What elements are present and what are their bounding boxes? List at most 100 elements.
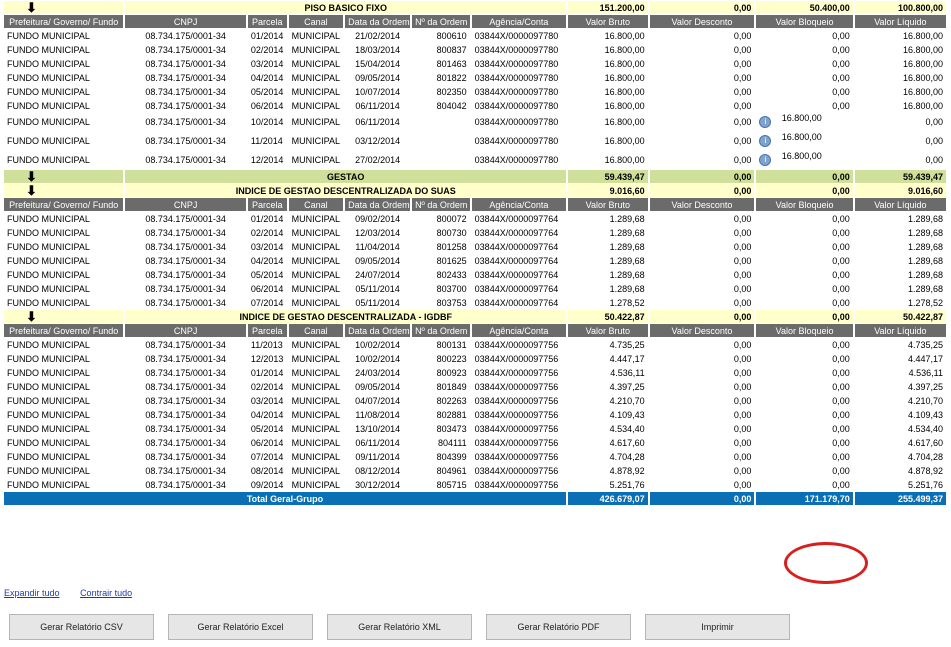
canal-cell: MUNICIPAL xyxy=(288,85,344,98)
net-cell: 4.210,70 xyxy=(854,394,946,407)
order-number-cell: 800131 xyxy=(412,338,470,351)
parcela-cell: 12/2013 xyxy=(247,352,287,365)
arrow-down-icon[interactable]: ⬇ xyxy=(26,310,37,323)
canal-cell: MUNICIPAL xyxy=(288,464,344,477)
pdf-report-button[interactable]: Gerar Relatório PDF xyxy=(486,614,631,640)
column-header: Agência/Conta xyxy=(471,324,566,337)
group-bruto: 151.200,00 xyxy=(568,1,648,14)
order-number-cell: 801849 xyxy=(412,380,470,393)
excel-report-button[interactable]: Gerar Relatório Excel xyxy=(168,614,313,640)
csv-report-button[interactable]: Gerar Relatório CSV xyxy=(9,614,154,640)
parcela-cell: 07/2014 xyxy=(247,296,287,309)
discount-cell: 0,00 xyxy=(649,99,755,112)
fund-cell: FUNDO MUNICIPAL xyxy=(4,464,124,477)
gross-cell: 1.289,68 xyxy=(568,240,648,253)
table-row: FUNDO MUNICIPAL 08.734.175/0001-34 10/2014… xyxy=(4,113,946,131)
table-row: FUNDO MUNICIPAL 08.734.175/0001-34 07/2014… xyxy=(4,296,946,309)
date-cell: 10/02/2014 xyxy=(345,352,411,365)
fund-cell: FUNDO MUNICIPAL xyxy=(4,29,124,42)
net-cell: 1.289,68 xyxy=(854,226,946,239)
block-cell: 0,00 xyxy=(756,366,853,379)
net-cell: 4.735,25 xyxy=(854,338,946,351)
block-value: 16.800,00 xyxy=(781,151,822,161)
account-cell: 03844X/0000097756 xyxy=(471,394,566,407)
net-cell: 16.800,00 xyxy=(854,71,946,84)
discount-cell: 0,00 xyxy=(649,296,755,309)
group-toggle-cell[interactable]: ⬇ xyxy=(4,1,124,14)
column-header: Valor Bruto xyxy=(568,198,648,211)
arrow-down-icon[interactable]: ⬇ xyxy=(26,1,37,14)
column-header: Agência/Conta xyxy=(471,15,566,28)
group-toggle-cell[interactable]: ⬇ xyxy=(4,184,124,197)
table-row: FUNDO MUNICIPAL 08.734.175/0001-34 05/2014… xyxy=(4,422,946,435)
account-cell: 03844X/0000097764 xyxy=(471,254,566,267)
account-cell: 03844X/0000097764 xyxy=(471,282,566,295)
group-title: PISO BASICO FIXO xyxy=(125,1,566,14)
group-toggle-cell[interactable]: ⬇ xyxy=(4,170,124,183)
group-desconto: 0,00 xyxy=(649,184,755,197)
cnpj-cell: 08.734.175/0001-34 xyxy=(125,268,246,281)
gross-cell: 16.800,00 xyxy=(568,29,648,42)
discount-cell: 0,00 xyxy=(649,422,755,435)
info-icon[interactable]: i xyxy=(759,116,772,128)
block-cell: 0,00 xyxy=(756,254,853,267)
cnpj-cell: 08.734.175/0001-34 xyxy=(125,296,246,309)
net-cell: 1.278,52 xyxy=(854,296,946,309)
discount-cell: 0,00 xyxy=(649,394,755,407)
date-cell: 10/07/2014 xyxy=(345,85,411,98)
block-cell: i 16.800,00 xyxy=(756,113,853,131)
group-toggle-cell[interactable]: ⬇ xyxy=(4,310,124,323)
total-liquido: 255.499,37 xyxy=(854,492,946,505)
block-value: 16.800,00 xyxy=(781,113,822,123)
block-cell: 0,00 xyxy=(756,268,853,281)
group-liquido: 59.439,47 xyxy=(854,170,946,183)
arrow-down-icon[interactable]: ⬇ xyxy=(26,184,37,197)
fund-cell: FUNDO MUNICIPAL xyxy=(4,43,124,56)
collapse-all-link[interactable]: Contrair tudo xyxy=(80,588,132,598)
info-icon[interactable]: i xyxy=(759,154,772,166)
column-header: Valor Líquido xyxy=(854,324,946,337)
expand-all-link[interactable]: Expandir tudo xyxy=(4,588,60,598)
order-number-cell: 800610 xyxy=(412,29,470,42)
cnpj-cell: 08.734.175/0001-34 xyxy=(125,436,246,449)
table-row: FUNDO MUNICIPAL 08.734.175/0001-34 09/2014… xyxy=(4,478,946,491)
order-number-cell: 804111 xyxy=(412,436,470,449)
canal-cell: MUNICIPAL xyxy=(288,99,344,112)
fund-cell: FUNDO MUNICIPAL xyxy=(4,422,124,435)
cnpj-cell: 08.734.175/0001-34 xyxy=(125,212,246,225)
column-header: Data da Ordem xyxy=(345,15,411,28)
date-cell: 05/11/2014 xyxy=(345,296,411,309)
date-cell: 10/02/2014 xyxy=(345,338,411,351)
info-icon[interactable]: i xyxy=(759,135,772,147)
net-cell: 0,00 xyxy=(854,151,946,169)
order-number-cell: 802263 xyxy=(412,394,470,407)
date-cell: 13/10/2014 xyxy=(345,422,411,435)
block-cell: 0,00 xyxy=(756,85,853,98)
gross-cell: 4.109,43 xyxy=(568,408,648,421)
group-row[interactable]: ⬇ INDICE DE GESTAO DESCENTRALIZADA - IGDB… xyxy=(4,310,946,323)
net-cell: 4.878,92 xyxy=(854,464,946,477)
parcela-cell: 06/2014 xyxy=(247,99,287,112)
block-cell: 0,00 xyxy=(756,436,853,449)
date-cell: 06/11/2014 xyxy=(345,113,411,131)
discount-cell: 0,00 xyxy=(649,57,755,70)
group-row[interactable]: ⬇ PISO BASICO FIXO 151.200,00 0,00 50.400,00… xyxy=(4,1,946,14)
table-row: FUNDO MUNICIPAL 08.734.175/0001-34 04/2014… xyxy=(4,254,946,267)
gross-cell: 4.735,25 xyxy=(568,338,648,351)
block-value: 16.800,00 xyxy=(781,132,822,142)
block-cell: 0,00 xyxy=(756,71,853,84)
group-row[interactable]: ⬇ GESTAO 59.439,47 0,00 0,00 59.439,47 xyxy=(4,170,946,183)
print-button[interactable]: Imprimir xyxy=(645,614,790,640)
order-number-cell: 804399 xyxy=(412,450,470,463)
table-row: FUNDO MUNICIPAL 08.734.175/0001-34 01/2014… xyxy=(4,366,946,379)
net-cell: 4.447,17 xyxy=(854,352,946,365)
arrow-down-icon[interactable]: ⬇ xyxy=(26,170,37,183)
expand-collapse-links: Expandir tudo Contrair tudo xyxy=(4,588,150,598)
group-liquido: 100.800,00 xyxy=(854,1,946,14)
group-row[interactable]: ⬇ INDICE DE GESTAO DESCENTRALIZADA DO SUA… xyxy=(4,184,946,197)
column-header: Parcela xyxy=(247,15,287,28)
canal-cell: MUNICIPAL xyxy=(288,450,344,463)
xml-report-button[interactable]: Gerar Relatório XML xyxy=(327,614,472,640)
canal-cell: MUNICIPAL xyxy=(288,436,344,449)
cnpj-cell: 08.734.175/0001-34 xyxy=(125,85,246,98)
